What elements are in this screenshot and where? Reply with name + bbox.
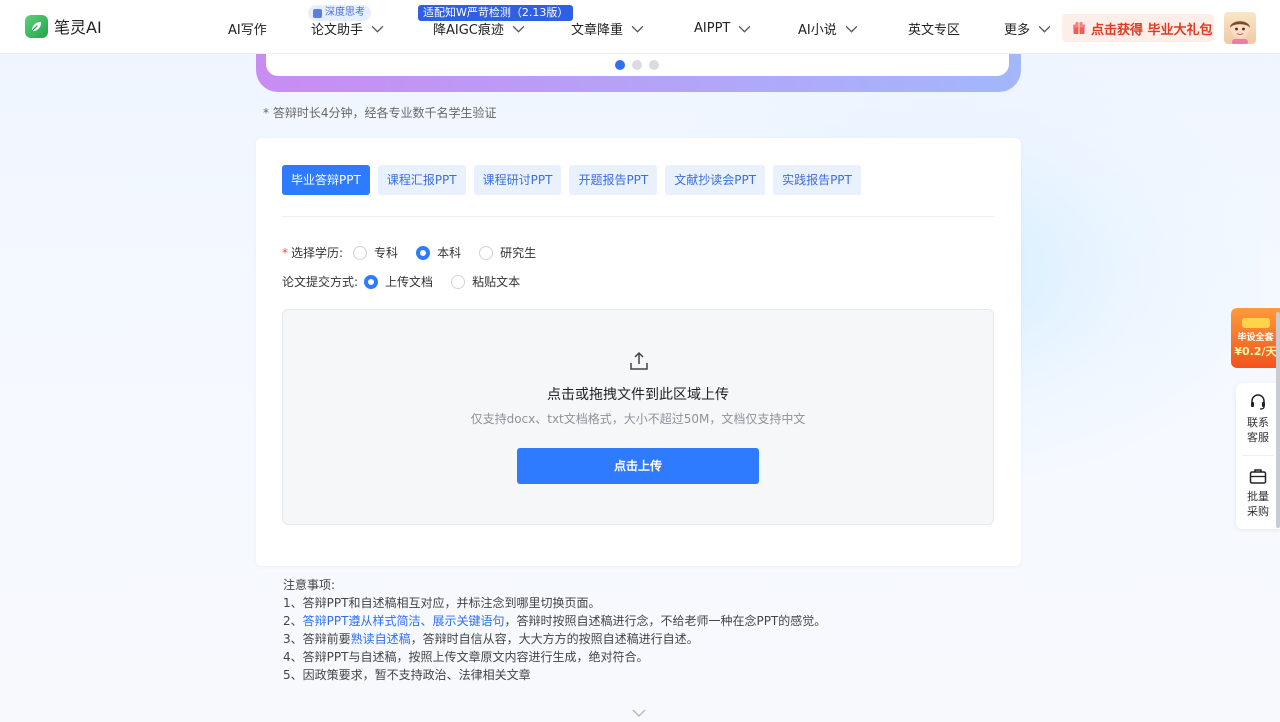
radio-circle-selected — [416, 245, 431, 260]
radio-circle-selected — [364, 274, 379, 289]
note-item-4: 4、答辩PPT与自述稿，按照上传文章原文内容进行生成，绝对符合。 — [283, 650, 649, 664]
logo[interactable]: 笔灵AI — [25, 14, 102, 38]
radio-circle — [353, 245, 368, 260]
gift-bow-icon — [1241, 317, 1270, 328]
carousel-dot-2[interactable] — [632, 60, 642, 70]
required-mark: * — [282, 245, 288, 260]
gift-icon — [1073, 21, 1085, 34]
note-item-2: 2、答辩PPT遵从样式简洁、展示关键语句，答辩时按照自述稿进行念，不给老师一种在… — [283, 614, 827, 628]
notes-section: 注意事项: 1、答辩PPT和自述稿相互对应，并标注念到哪里切换页面。 2、答辩P… — [283, 576, 826, 684]
contact-service-button[interactable]: 联系 客服 — [1236, 392, 1280, 445]
note-item-3: 3、答辩前要熟读自述稿，答辩时自信从容，大大方方的按照自述稿进行自述。 — [283, 632, 699, 646]
radio-undergraduate[interactable]: 本科 — [416, 244, 461, 261]
chevron-down-icon — [371, 25, 384, 33]
radio-paste-text[interactable]: 粘贴文本 — [451, 273, 520, 290]
nav-thesis-assistant[interactable]: 论文助手 — [311, 19, 384, 38]
bulk-purchase-button[interactable]: 批量 采购 — [1236, 466, 1280, 519]
avatar-illustration-icon — [1230, 20, 1250, 44]
chevron-down-icon — [512, 25, 525, 33]
chevron-down-icon — [631, 25, 644, 33]
upload-hint: 仅支持docx、txt文档格式，大小不超过50M，文档仅支持中文 — [470, 412, 806, 426]
defense-duration-note: * 答辩时长4分钟，经各专业数千名学生验证 — [263, 106, 497, 120]
nav-ai-novel[interactable]: AI小说 — [798, 19, 858, 38]
tab-proposal-report-ppt[interactable]: 开题报告PPT — [569, 165, 658, 195]
ppt-type-tabs: 毕业答辩PPT 课程汇报PPT 课程研讨PPT 开题报告PPT 文献抄读会PPT… — [282, 165, 861, 195]
tabs-divider — [282, 216, 994, 217]
carousel-dot-1[interactable] — [615, 60, 625, 70]
education-label: 选择学历: — [291, 246, 344, 260]
carousel-dot-3[interactable] — [649, 60, 659, 70]
radio-junior-college[interactable]: 专科 — [353, 244, 398, 261]
nav-reduce-aigc[interactable]: 降AIGC痕迹 — [433, 19, 525, 38]
ppt-generator-card: 毕业答辩PPT 课程汇报PPT 课程研讨PPT 开题报告PPT 文献抄读会PPT… — [256, 138, 1021, 566]
submit-method-radio-group: 上传文档 粘贴文本 — [364, 273, 538, 290]
chevron-down-icon — [738, 25, 751, 33]
radio-upload-document[interactable]: 上传文档 — [364, 273, 433, 290]
radio-circle — [479, 245, 494, 260]
tab-literature-reading-ppt[interactable]: 文献抄读会PPT — [665, 165, 766, 195]
tab-course-report-ppt[interactable]: 课程汇报PPT — [377, 165, 466, 195]
education-row: * 选择学历: 专科 本科 研究生 — [282, 244, 554, 261]
chevron-down-icon — [845, 25, 858, 33]
scroll-down-chevron-icon[interactable] — [632, 708, 646, 718]
tab-practice-report-ppt[interactable]: 实践报告PPT — [773, 165, 861, 195]
app-name: 笔灵AI — [54, 18, 102, 37]
nav-aippt[interactable]: AIPPT — [694, 19, 751, 37]
radio-graduate[interactable]: 研究生 — [479, 244, 536, 261]
upload-icon — [630, 351, 648, 370]
radio-circle — [451, 274, 466, 289]
leaf-logo-icon — [25, 14, 48, 38]
note-item-5: 5、因政策要求，暂不支持政治、法律相关文章 — [283, 668, 531, 682]
chevron-down-icon — [1038, 25, 1051, 33]
note-highlight: 答辩PPT遵从样式简洁、展示关键语句 — [302, 614, 505, 628]
graduation-package-promo[interactable]: 毕设全套 ¥0.2/天 — [1231, 308, 1280, 368]
page-scrollbar[interactable] — [1276, 312, 1280, 528]
top-navbar: 笔灵AI 深度思考 适配知W严苛检测（2.13版） AI写作 论文助手 降AIG… — [0, 0, 1280, 54]
nav-english[interactable]: 英文专区 — [908, 19, 960, 38]
side-tool-panel: 联系 客服 批量 采购 — [1236, 383, 1280, 529]
submit-method-label: 论文提交方式: — [282, 275, 359, 289]
upload-button[interactable]: 点击上传 — [517, 448, 759, 484]
graduation-gift-button[interactable]: 点击获得 毕业大礼包 — [1062, 14, 1214, 42]
user-avatar[interactable] — [1224, 12, 1256, 44]
side-divider — [1242, 455, 1274, 456]
upload-title: 点击或拖拽文件到此区域上传 — [547, 387, 729, 403]
briefcase-icon — [1249, 469, 1267, 484]
note-item-1: 1、答辩PPT和自述稿相互对应，并标注念到哪里切换页面。 — [283, 596, 601, 610]
education-radio-group: 专科 本科 研究生 — [353, 244, 554, 261]
carousel-dots — [615, 60, 659, 70]
nav-more[interactable]: 更多 — [1004, 19, 1051, 38]
nav-ai-writing[interactable]: AI写作 — [228, 19, 267, 38]
submit-method-row: 论文提交方式: 上传文档 粘贴文本 — [282, 273, 538, 290]
brain-icon — [313, 8, 322, 18]
headset-icon — [1251, 394, 1265, 410]
tab-graduation-defense-ppt[interactable]: 毕业答辩PPT — [282, 165, 370, 195]
file-drop-zone[interactable]: 点击或拖拽文件到此区域上传 仅支持docx、txt文档格式，大小不超过50M，文… — [282, 309, 994, 525]
notes-heading: 注意事项: — [283, 578, 336, 592]
nav-rewrite[interactable]: 文章降重 — [571, 19, 644, 38]
note-highlight: 熟读自述稿 — [350, 632, 411, 646]
tab-course-seminar-ppt[interactable]: 课程研讨PPT — [473, 165, 562, 195]
